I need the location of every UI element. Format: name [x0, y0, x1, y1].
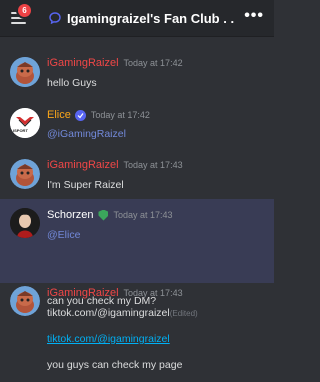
timestamp: Today at 17:43 — [123, 160, 183, 170]
avatar[interactable]: ISPORT — [10, 108, 40, 138]
message-header: iGamingRaizel Today at 17:43 — [47, 287, 183, 299]
message-header: iGamingRaizel Today at 17:42 — [47, 57, 183, 69]
message-highlighted: Schorzen Today at 17:43 @Elice — [0, 199, 274, 283]
notification-badge: 6 — [18, 4, 31, 17]
avatar[interactable] — [10, 208, 40, 238]
message: iGamingRaizel Today at 17:42 hello Guys — [0, 55, 274, 105]
author-name[interactable]: Elice — [47, 109, 71, 121]
user-mention[interactable]: @iGamingRaizel — [47, 128, 126, 140]
message: iGamingRaizel Today at 17:43 tiktok.com/… — [0, 285, 274, 382]
verified-badge-icon — [74, 109, 86, 121]
message-header: iGamingRaizel Today at 17:43 — [47, 159, 183, 171]
avatar[interactable] — [10, 159, 40, 189]
user-mention[interactable]: @Elice — [47, 229, 80, 241]
message-text: you guys can check my page — [47, 359, 183, 371]
channel-title[interactable]: Igamingraizel's Fan Club . . — [67, 11, 237, 26]
avatar-logo-text: ISPORT — [13, 128, 28, 133]
avatar[interactable] — [10, 57, 40, 87]
author-name[interactable]: iGamingRaizel — [47, 287, 119, 299]
message-header: Schorzen Today at 17:43 — [47, 209, 173, 221]
message-text: hello Guys — [47, 77, 97, 89]
timestamp: Today at 17:42 — [90, 110, 150, 120]
shield-badge-icon — [98, 209, 109, 221]
author-name[interactable]: iGamingRaizel — [47, 57, 119, 69]
avatar[interactable] — [10, 286, 40, 316]
message-list: iGamingRaizel Today at 17:42 hello Guys … — [0, 37, 274, 382]
timestamp: Today at 17:43 — [123, 288, 183, 298]
message: ISPORT Elice Today at 17:42 @iGamingRaiz… — [0, 107, 274, 155]
more-options-icon[interactable]: ••• — [244, 8, 264, 24]
message-text: tiktok.com/@igamingraizel(Edited) — [47, 307, 198, 319]
edited-marker: (Edited) — [169, 309, 198, 318]
message: iGamingRaizel Today at 17:43 I'm Super R… — [0, 158, 274, 205]
thread-icon — [49, 12, 61, 24]
message-text-content: tiktok.com/@igamingraizel — [47, 307, 170, 319]
message-text: I'm Super Raizel — [47, 179, 124, 191]
timestamp: Today at 17:43 — [113, 210, 173, 220]
message-header: Elice Today at 17:42 — [47, 109, 150, 121]
author-name[interactable]: Schorzen — [47, 209, 93, 221]
author-name[interactable]: iGamingRaizel — [47, 159, 119, 171]
message-link[interactable]: tiktok.com/@igamingraizel — [47, 333, 170, 345]
top-bar: 6 Igamingraizel's Fan Club . . ••• — [0, 0, 274, 37]
timestamp: Today at 17:42 — [123, 58, 183, 68]
